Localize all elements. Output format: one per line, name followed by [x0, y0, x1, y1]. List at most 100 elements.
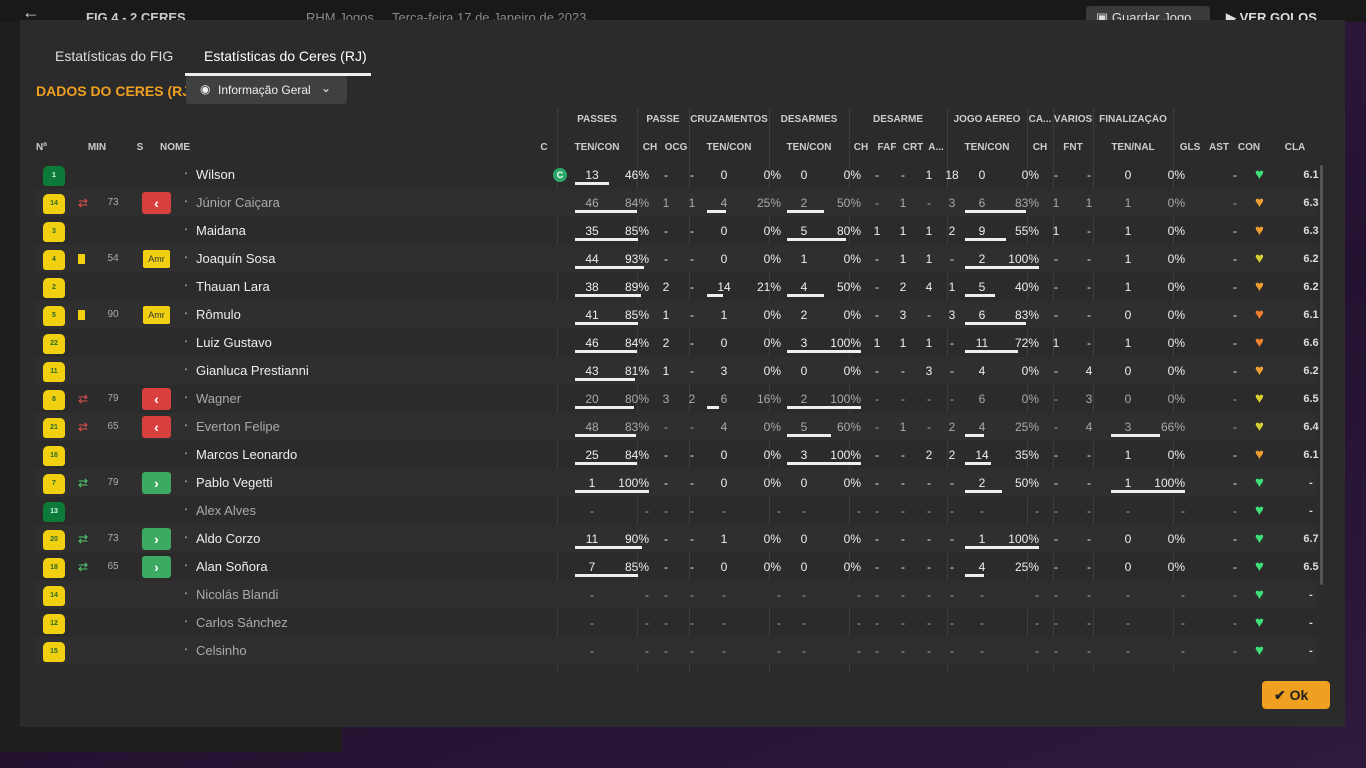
column-header[interactable]: A...	[927, 142, 945, 153]
stat-percent: 0%	[843, 560, 861, 574]
stat-value: -	[927, 420, 931, 434]
stat-value: -	[690, 252, 694, 266]
player-name[interactable]: Celsinho	[196, 637, 247, 665]
table-row[interactable]: 7 ⇄ 79 › ◔ Pablo Vegetti 1 100% - -0 0% 0 0% - - - -2 50%…	[36, 469, 1316, 497]
player-name[interactable]: Gianluca Prestianni	[196, 357, 309, 385]
success-bar	[707, 406, 719, 409]
tab-fig-stats[interactable]: Estatísticas do FIG	[55, 42, 187, 76]
stat-percent: -	[1035, 644, 1039, 658]
table-row[interactable]: 11 ◔ Gianluca Prestianni 43 81% 1-3 0% 0 0% - -3-4…	[36, 357, 1319, 385]
player-name[interactable]: Maidana	[196, 217, 246, 245]
table-row[interactable]: 15 ◔ Celsinho - - - - - - - - - - - - - - - - - - - ♥ -	[36, 637, 1316, 665]
table-row[interactable]: 21 ⇄ 65 ‹ ◔ Everton Felipe 48 83% - -4 0% 5 60% -1-2 4…	[36, 413, 1319, 441]
stat-value	[1193, 469, 1219, 497]
stat-attempts: 0	[720, 252, 728, 266]
column-header[interactable]: C	[535, 142, 553, 153]
shirt-number-icon: 11	[43, 362, 65, 382]
column-header[interactable]: CH	[851, 142, 871, 153]
sub-out-button[interactable]: ‹	[142, 416, 171, 438]
stat-value: -	[664, 588, 668, 602]
success-bar	[575, 406, 635, 409]
column-header[interactable]: Nº	[36, 142, 56, 153]
player-name[interactable]: Pablo Vegetti	[196, 469, 273, 497]
sub-in-button[interactable]: ›	[142, 528, 171, 550]
column-header[interactable]: MIN	[82, 142, 112, 153]
stat-value: -	[690, 532, 694, 546]
player-name[interactable]: Alex Alves	[196, 497, 256, 525]
column-header[interactable]: TEN/CON	[557, 142, 637, 153]
stat-value: 3	[1085, 392, 1093, 406]
column-header[interactable]: CON	[1234, 142, 1264, 153]
player-name[interactable]: Júnior Caiçara	[196, 189, 280, 217]
stat-attempts: 0	[800, 532, 808, 546]
morale-heart-icon: ♥	[1255, 306, 1264, 323]
shirt-number-icon: 18	[43, 558, 65, 578]
stat-value: -	[1233, 504, 1237, 518]
table-row[interactable]: 8 ⇄ 79 ‹ ◔ Wagner 20 80% 3 2 6 16% 2 100% - - - -6 0% -3 0 0%…	[36, 385, 1319, 413]
table-row[interactable]: 18 ⇄ 65 › ◔ Alan Soñora 7 85% - -0 0% 0 0% - - - -4 25% - -…	[36, 553, 1319, 581]
player-name[interactable]: Joaquín Sosa	[196, 245, 276, 273]
column-header[interactable]: CRT	[901, 142, 925, 153]
player-name[interactable]: Nicolás Blandi	[196, 581, 278, 609]
table-row[interactable]: 12 ◔ Carlos Sánchez - - - - - - - - - - - - - - - - - - - ♥ -	[36, 609, 1316, 637]
player-name[interactable]: Wilson	[196, 161, 235, 189]
column-header[interactable]: FAF	[875, 142, 899, 153]
column-header[interactable]: CH	[1027, 142, 1053, 153]
player-stats-table[interactable]: 1 ◔ Wilson C 13 46% - -0 0% 0 0% - -1 18 0 0% - -0 0% - ♥ 6.1…	[20, 161, 1320, 673]
stat-attempts: 0	[1124, 168, 1132, 182]
minute: 65	[107, 421, 119, 432]
stat-value: -	[1054, 644, 1058, 658]
table-row[interactable]: 1 ◔ Wilson C 13 46% - -0 0% 0 0% - -1 18 0 0% - -0 0% - ♥ 6.1	[36, 161, 1319, 189]
column-header[interactable]: CLA	[1280, 142, 1310, 153]
table-row[interactable]: 2 ◔ Thauan Lara 38 89% 2-14 21% 4 50% -2 4 1 5 40% - -1…	[36, 273, 1319, 301]
column-header[interactable]: TEN/NAL	[1093, 142, 1173, 153]
table-row[interactable]: 13 ◔ Alex Alves - - - - - - - - - - - - - - - - - - - ♥ -	[36, 497, 1316, 525]
column-header[interactable]: TEN/CON	[769, 142, 849, 153]
stat-percent: -	[1035, 588, 1039, 602]
table-row[interactable]: 5 90 Amr ◔ Rômulo 41 85% 1-1 0% 2 0% -3-3 6 83% - -0 0% -…	[36, 301, 1319, 329]
sub-on-icon: ⇄	[78, 560, 89, 574]
column-header[interactable]: NOME	[160, 142, 220, 153]
column-header[interactable]: AST	[1206, 142, 1232, 153]
table-row[interactable]: 20 ⇄ 73 › ◔ Aldo Corzo 11 90% - -1 0% 0 0% - - - -1 100% -…	[36, 525, 1319, 553]
table-row[interactable]: 16 ◔ Marcos Leonardo 25 84% - -0 0% 3 100% - -2 2 14 3…	[36, 441, 1319, 469]
sub-out-button[interactable]: ‹	[142, 388, 171, 410]
player-name[interactable]: Aldo Corzo	[196, 525, 260, 553]
stat-value: -	[1233, 420, 1237, 434]
player-name[interactable]: Thauan Lara	[196, 273, 270, 301]
player-name[interactable]: Wagner	[196, 385, 241, 413]
tab-ceres-stats[interactable]: Estatísticas do Ceres (RJ)	[185, 42, 371, 76]
player-name[interactable]: Alan Soñora	[196, 553, 268, 581]
sub-in-button[interactable]: ›	[142, 556, 171, 578]
table-scrollbar[interactable]	[1320, 165, 1323, 585]
stat-percent: 0%	[1167, 336, 1185, 350]
player-name[interactable]: Everton Felipe	[196, 413, 280, 441]
table-row[interactable]: 4 54 Amr ◔ Joaquín Sosa 44 93% - -0 0% 1 0% -1 1-2 100…	[36, 245, 1319, 273]
ok-button[interactable]: ✔ Ok	[1262, 681, 1330, 709]
column-header[interactable]: OCG	[663, 142, 689, 153]
player-name[interactable]: Marcos Leonardo	[196, 441, 297, 469]
table-row[interactable]: 3 ◔ Maidana 35 85% - -0 0% 5 80% 1 1 1 2 9 55% 1-1 0% - ♥ 6.…	[36, 217, 1319, 245]
sub-in-button[interactable]: ›	[142, 472, 171, 494]
sub-out-button[interactable]: ‹	[142, 192, 171, 214]
column-header[interactable]: S	[132, 142, 148, 153]
stat-percent: 16%	[756, 392, 781, 406]
player-name[interactable]: Carlos Sánchez	[196, 609, 288, 637]
table-row[interactable]: 14 ⇄ 73 ‹ ◔ Júnior Caiçara 46 84% 1 1 4 25% 2 50% -1-3…	[36, 189, 1319, 217]
player-name[interactable]: Luiz Gustavo	[196, 329, 272, 357]
column-header[interactable]: FNT	[1053, 142, 1093, 153]
minute	[98, 497, 128, 525]
column-header[interactable]: TEN/CON	[947, 142, 1027, 153]
table-row[interactable]: 22 ◔ Luiz Gustavo 46 84% 2-0 0% 3 100% 1 1 1-11 72% 1…	[36, 329, 1319, 357]
success-bar	[965, 238, 1006, 241]
stat-value: -	[1054, 168, 1058, 182]
table-row[interactable]: 14 ◔ Nicolás Blandi - - - - - - - - - - - - - - - - - - - ♥ -	[36, 581, 1316, 609]
view-dropdown[interactable]: ◉ Informação Geral ⌄	[186, 76, 347, 104]
column-header[interactable]: CH	[639, 142, 661, 153]
morale-heart-icon: ♥	[1255, 558, 1264, 575]
player-name[interactable]: Rômulo	[196, 301, 241, 329]
column-header[interactable]: TEN/CON	[689, 142, 769, 153]
stat-attempts: 1	[1124, 196, 1132, 210]
success-bar	[575, 490, 649, 493]
column-header[interactable]: GLS	[1177, 142, 1203, 153]
